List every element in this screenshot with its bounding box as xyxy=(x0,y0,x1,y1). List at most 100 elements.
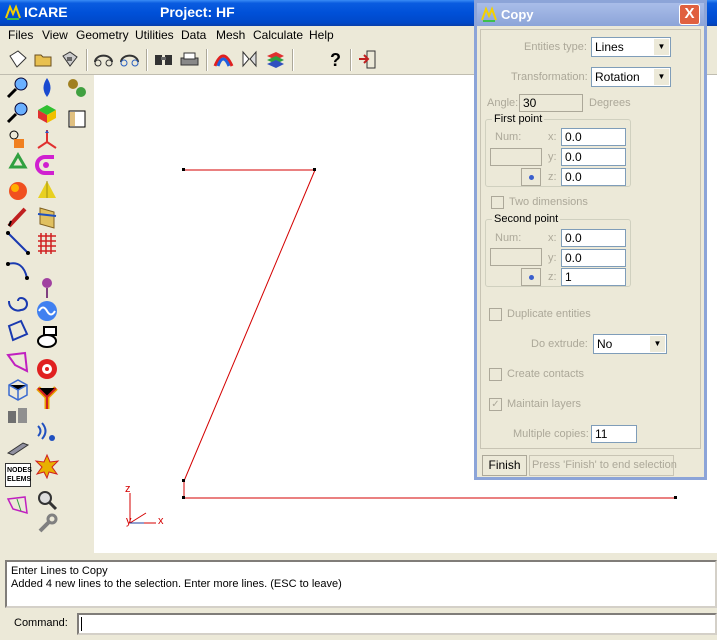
chevron-down-icon: ▼ xyxy=(654,39,669,55)
exit-icon[interactable] xyxy=(356,48,379,71)
maintain-layers-checkbox[interactable]: ✓ xyxy=(489,398,502,411)
mirror-icon[interactable] xyxy=(34,204,60,230)
search-icon[interactable] xyxy=(34,487,60,513)
second-x-field[interactable]: 0.0 xyxy=(561,229,626,247)
multiple-copies-field[interactable]: 11 xyxy=(591,425,637,443)
chevron-down-icon: ▼ xyxy=(654,69,669,85)
message-line: Enter Lines to Copy xyxy=(11,565,108,577)
dialog-title: Copy xyxy=(501,7,534,22)
new-file-icon[interactable] xyxy=(6,48,29,71)
cone-icon[interactable] xyxy=(34,178,60,204)
sphere-icon[interactable] xyxy=(5,178,31,204)
first-y-field[interactable]: 0.0 xyxy=(561,148,626,166)
radio-icon[interactable] xyxy=(34,420,60,446)
create-contacts-checkbox[interactable] xyxy=(489,368,502,381)
color-cube-icon[interactable] xyxy=(34,100,60,126)
second-z-field[interactable]: 1 xyxy=(561,268,626,286)
save-icon[interactable] xyxy=(58,48,81,71)
zoom-in-icon[interactable] xyxy=(5,75,31,101)
command-input[interactable] xyxy=(77,613,717,635)
tool-palette: NODES ELEMS xyxy=(0,75,94,553)
layers-icon[interactable] xyxy=(264,48,287,71)
starburst-icon[interactable] xyxy=(34,453,60,479)
menu-geometry[interactable]: Geometry xyxy=(76,28,129,42)
pick-point-button[interactable] xyxy=(521,268,541,286)
y-icon[interactable] xyxy=(34,385,60,411)
menu-utilities[interactable]: Utilities xyxy=(135,28,174,42)
pan-icon[interactable] xyxy=(5,126,31,152)
help-icon[interactable]: ? xyxy=(323,48,346,71)
nodes-elems-icon[interactable]: NODES ELEMS xyxy=(5,463,32,487)
binoculars-icon[interactable] xyxy=(152,48,175,71)
view-rotate-alt-icon[interactable] xyxy=(118,48,141,71)
first-x-field[interactable]: 0.0 xyxy=(561,128,626,146)
shape-icon[interactable] xyxy=(5,349,31,375)
menu-view[interactable]: View xyxy=(42,28,68,42)
menu-calculate[interactable]: Calculate xyxy=(253,28,303,42)
transformation-value: Rotation xyxy=(595,70,640,84)
line-diagonal[interactable] xyxy=(183,169,316,482)
close-button[interactable]: X xyxy=(679,4,700,25)
flip-icon[interactable] xyxy=(238,48,261,71)
toolbar-separator xyxy=(206,49,208,71)
point[interactable] xyxy=(182,496,185,499)
do-extrude-label: Do extrude: xyxy=(531,338,588,350)
svg-text:?: ? xyxy=(330,50,341,70)
second-point-title: Second point xyxy=(492,213,561,225)
arc-icon[interactable] xyxy=(5,256,31,282)
magnet-icon[interactable] xyxy=(34,152,60,178)
point[interactable] xyxy=(182,168,185,171)
spiral-icon[interactable] xyxy=(5,288,31,314)
first-point-title: First point xyxy=(492,113,545,125)
view-rotate-icon[interactable] xyxy=(92,48,115,71)
pencil-icon[interactable] xyxy=(5,204,31,230)
menu-help[interactable]: Help xyxy=(309,28,334,42)
sine-icon[interactable] xyxy=(34,298,60,324)
first-z-field[interactable]: 0.0 xyxy=(561,168,626,186)
zoom-out-icon[interactable] xyxy=(5,100,31,126)
polygon-icon[interactable] xyxy=(5,318,31,344)
angle-field[interactable]: 30 xyxy=(519,94,583,112)
drop-icon[interactable] xyxy=(34,75,60,101)
line-icon[interactable] xyxy=(5,230,31,256)
duplicate-entities-checkbox[interactable] xyxy=(489,308,502,321)
do-extrude-select[interactable]: No ▼ xyxy=(593,334,667,354)
mesh-shape-icon[interactable] xyxy=(5,493,31,519)
open-folder-icon[interactable] xyxy=(32,48,55,71)
recycle-icon[interactable] xyxy=(5,152,31,178)
gears-icon[interactable] xyxy=(64,75,90,101)
pin-icon[interactable] xyxy=(34,274,60,300)
second-num-label: Num: xyxy=(495,232,522,244)
transformation-select[interactable]: Rotation ▼ xyxy=(591,67,671,87)
print-icon[interactable] xyxy=(178,48,201,71)
rainbow-icon[interactable] xyxy=(212,48,235,71)
axis-label-z: z xyxy=(125,483,131,495)
menu-data[interactable]: Data xyxy=(181,28,206,42)
point[interactable] xyxy=(313,168,316,171)
menu-files[interactable]: Files xyxy=(8,28,33,42)
grid-icon[interactable] xyxy=(34,230,60,256)
second-y-field[interactable]: 0.0 xyxy=(561,249,626,267)
tools-icon[interactable] xyxy=(5,403,31,429)
dialog-titlebar[interactable]: Copy X xyxy=(477,3,704,26)
chevron-down-icon: ▼ xyxy=(650,336,665,352)
axis-label-y: y xyxy=(126,515,132,527)
wrench-icon[interactable] xyxy=(34,511,60,537)
axes-icon[interactable] xyxy=(34,126,60,152)
entities-type-select[interactable]: Lines ▼ xyxy=(591,37,671,57)
finish-button[interactable]: Finish xyxy=(482,455,527,476)
pick-point-button[interactable] xyxy=(521,168,541,186)
target-icon[interactable] xyxy=(34,356,60,382)
create-contacts-label: Create contacts xyxy=(507,368,585,380)
point[interactable] xyxy=(674,496,677,499)
two-dimensions-checkbox[interactable] xyxy=(491,196,504,209)
bar-icon[interactable] xyxy=(5,435,31,461)
first-num-field[interactable] xyxy=(490,148,542,166)
point[interactable] xyxy=(182,479,185,482)
cube-icon[interactable] xyxy=(5,377,31,403)
book-icon[interactable] xyxy=(64,106,90,132)
menu-mesh[interactable]: Mesh xyxy=(216,28,245,42)
second-num-field[interactable] xyxy=(490,248,542,266)
multiple-copies-label: Multiple copies: xyxy=(513,428,589,440)
cylinder-icon[interactable] xyxy=(34,324,60,350)
